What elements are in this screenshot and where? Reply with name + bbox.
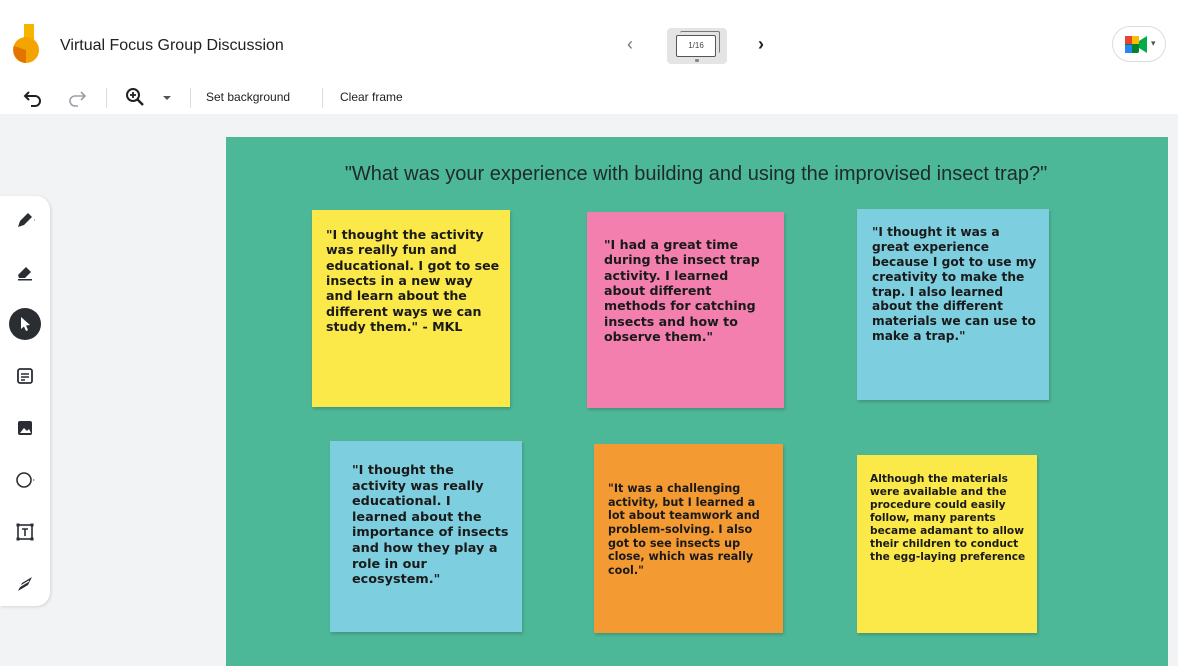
frame-question-title[interactable]: "What was your experience with building … — [316, 163, 1076, 186]
undo-icon[interactable] — [22, 86, 44, 108]
sticky-note-tool[interactable] — [9, 360, 41, 392]
select-cursor-icon — [21, 317, 30, 331]
document-title[interactable]: Virtual Focus Group Discussion — [60, 37, 284, 55]
sticky-note[interactable]: "I thought it was a great experience bec… — [857, 209, 1049, 400]
sticky-note-text: "I thought the activity was really fun a… — [326, 227, 500, 335]
laser-tool[interactable] — [9, 568, 41, 600]
image-icon — [18, 421, 32, 435]
toolbar-divider — [190, 88, 191, 108]
frame-indicator: 1/16 — [676, 35, 716, 57]
sticky-note-text: "I thought it was a great experience bec… — [872, 225, 1037, 344]
sticky-note-icon — [17, 368, 33, 384]
clear-frame-button[interactable]: Clear frame — [340, 90, 403, 104]
sticky-note[interactable]: "It was a challenging activity, but I le… — [594, 444, 783, 633]
pen-tool[interactable] — [9, 204, 41, 236]
set-background-button[interactable]: Set background — [206, 90, 290, 104]
zoom-in-icon[interactable] — [124, 86, 146, 108]
pen-icon — [18, 213, 35, 227]
sticky-note-text: "I had a great time during the insect tr… — [604, 237, 760, 345]
redo-icon[interactable] — [66, 86, 88, 108]
chevron-left-icon[interactable]: ‹ — [622, 34, 638, 54]
app-header: Virtual Focus Group Discussion ‹ 1/16 › … — [0, 0, 1178, 82]
jamboard-frame[interactable]: "What was your experience with building … — [226, 137, 1168, 666]
chevron-down-icon: ▾ — [1151, 38, 1156, 48]
text-box-icon — [16, 523, 34, 541]
meet-button[interactable]: ▾ — [1112, 26, 1166, 62]
chevron-right-icon[interactable]: › — [753, 34, 769, 54]
circle-shape-icon — [16, 472, 35, 488]
toolbar-divider — [322, 88, 323, 108]
laser-icon — [18, 577, 32, 591]
google-meet-icon — [1125, 36, 1147, 53]
select-tool[interactable] — [9, 308, 41, 340]
sticky-note-text: Although the materials were available an… — [870, 473, 1026, 563]
sticky-note-text: "I thought the activity was really educa… — [352, 463, 509, 588]
toolbar: Set background Clear frame — [0, 82, 1178, 114]
eraser-icon — [18, 267, 32, 281]
sticky-note[interactable]: "I thought the activity was really educa… — [330, 441, 522, 632]
eraser-tool[interactable] — [9, 256, 41, 288]
tool-rail — [0, 196, 50, 606]
shape-tool[interactable] — [9, 464, 41, 496]
sticky-note[interactable]: Although the materials were available an… — [857, 455, 1037, 633]
dropdown-indicator-icon — [695, 59, 699, 62]
toolbar-divider — [106, 88, 107, 108]
sticky-note-text: "It was a challenging activity, but I le… — [608, 482, 760, 577]
text-box-tool[interactable] — [9, 516, 41, 548]
sticky-note[interactable]: "I had a great time during the insect tr… — [587, 212, 784, 408]
sticky-note[interactable]: "I thought the activity was really fun a… — [312, 210, 510, 407]
jamboard-logo-icon[interactable] — [12, 24, 40, 64]
image-tool[interactable] — [9, 412, 41, 444]
frame-bar-button[interactable]: 1/16 — [667, 28, 727, 64]
zoom-dropdown-icon[interactable] — [160, 86, 174, 108]
